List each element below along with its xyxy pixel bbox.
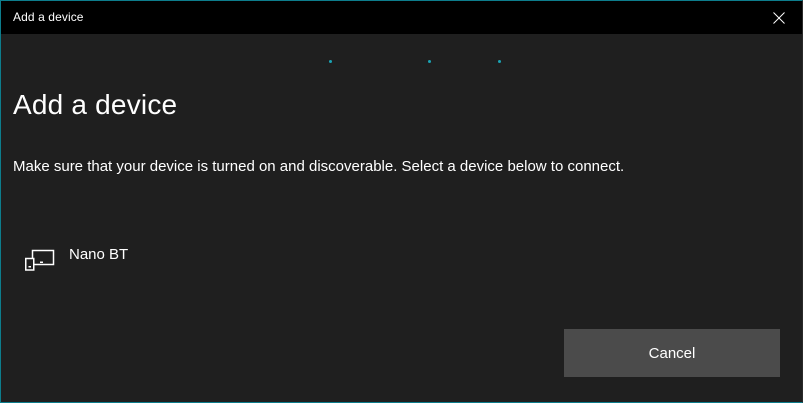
add-device-window: Add a device Add a device Make sure that… [0,0,803,403]
device-name: Nano BT [69,246,129,263]
progress-indicator [1,60,802,66]
instructions-text: Make sure that your device is turned on … [13,158,625,175]
page-title: Add a device [13,89,178,120]
device-list-item[interactable]: Nano BT [13,241,313,281]
close-button[interactable] [756,1,802,34]
window-title: Add a device [13,10,84,24]
progress-dot [498,60,501,63]
title-bar: Add a device [1,1,802,34]
cancel-button[interactable]: Cancel [564,329,780,377]
close-icon [773,11,785,24]
progress-dot [329,60,332,63]
device-icon [25,249,55,276]
progress-dot [428,60,431,63]
